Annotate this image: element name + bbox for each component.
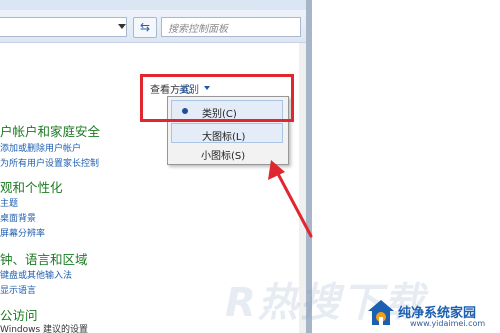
link-theme[interactable]: 主题 bbox=[0, 196, 18, 209]
category-appearance-title[interactable]: 观和个性化 bbox=[0, 177, 63, 196]
search-input[interactable]: 搜索控制面板 bbox=[161, 17, 301, 37]
title-bar bbox=[0, 0, 306, 10]
refresh-icon[interactable]: ⇆ bbox=[133, 17, 157, 38]
link-keyboard-input[interactable]: 键盘或其他输入法 bbox=[0, 268, 72, 281]
address-bar[interactable] bbox=[0, 17, 127, 37]
address-toolbar: ⇆ 搜索控制面板 bbox=[0, 10, 306, 43]
watermark-site-url: www.yidaimei.com bbox=[410, 319, 486, 328]
category-clock-language-title[interactable]: 钟、语言和区域 bbox=[0, 249, 88, 268]
control-panel-window: ⇆ 搜索控制面板 户帐户和家庭安全 添加或删除用户帐户 为所有用户设置家长控制 … bbox=[0, 0, 500, 333]
link-display-language[interactable]: 显示语言 bbox=[0, 283, 36, 296]
search-placeholder: 搜索控制面板 bbox=[168, 24, 228, 35]
link-desktop-background[interactable]: 桌面背景 bbox=[0, 211, 36, 224]
link-windows-recommended[interactable]: Windows 建议的设置 bbox=[0, 322, 88, 333]
house-logo-icon bbox=[368, 300, 394, 325]
link-add-remove-accounts[interactable]: 添加或删除用户帐户 bbox=[0, 141, 81, 154]
link-parental-controls[interactable]: 为所有用户设置家长控制 bbox=[0, 156, 99, 169]
annotation-highlight-box bbox=[140, 74, 294, 122]
category-user-accounts-title[interactable]: 户帐户和家庭安全 bbox=[0, 121, 100, 140]
link-screen-resolution[interactable]: 屏幕分辨率 bbox=[0, 226, 45, 239]
menu-item-label: 大图标(L) bbox=[202, 132, 246, 143]
menu-item-label: 小图标(S) bbox=[201, 151, 246, 162]
chevron-down-icon[interactable] bbox=[118, 24, 126, 29]
menu-item-large-icons[interactable]: 大图标(L) bbox=[171, 123, 283, 143]
menu-item-small-icons[interactable]: 小图标(S) bbox=[171, 143, 283, 163]
